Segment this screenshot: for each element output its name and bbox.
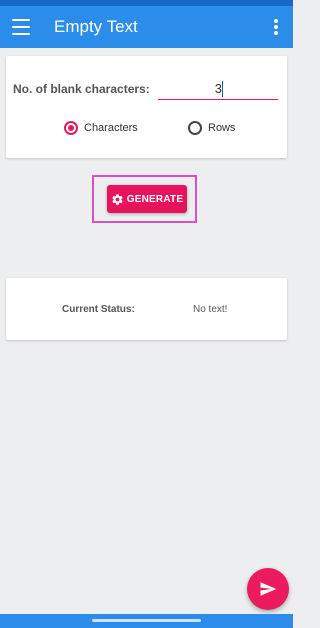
blank-characters-field[interactable]: [158, 78, 278, 100]
radio-characters-label: Characters: [84, 122, 138, 134]
radio-unchecked-icon[interactable]: [188, 121, 202, 135]
send-icon: [260, 582, 277, 596]
radio-characters[interactable]: Characters: [64, 120, 138, 136]
more-vert-icon[interactable]: [270, 19, 282, 35]
current-status-label: Current Status:: [62, 304, 135, 315]
generate-button-label: GENERATE: [126, 193, 184, 205]
gear-icon: [112, 193, 123, 205]
blank-characters-label: No. of blank characters:: [13, 82, 150, 96]
app-title: Empty Text: [54, 17, 138, 36]
input-card: No. of blank characters: Characters Rows: [6, 56, 287, 158]
generate-button[interactable]: GENERATE: [107, 185, 187, 213]
hamburger-menu-icon[interactable]: [12, 19, 30, 35]
blank-characters-input[interactable]: [158, 78, 278, 99]
radio-rows-label: Rows: [208, 122, 236, 134]
radio-rows[interactable]: Rows: [188, 120, 236, 136]
send-fab[interactable]: [247, 568, 289, 610]
radio-checked-icon[interactable]: [64, 121, 78, 135]
app-bar: Empty Text: [0, 6, 293, 48]
text-cursor: [222, 81, 223, 97]
system-nav-bar: [0, 614, 293, 628]
status-card: Current Status: No text!: [6, 278, 287, 340]
current-status-value: No text!: [193, 304, 228, 315]
home-handle[interactable]: [92, 619, 201, 622]
